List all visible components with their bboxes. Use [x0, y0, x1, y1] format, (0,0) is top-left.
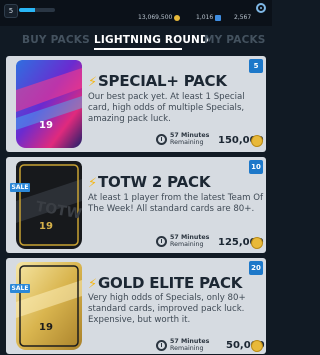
pack-timer-label: Remaining	[170, 139, 204, 146]
coin-icon	[251, 135, 263, 147]
totw-pack-image: TOTW	[16, 161, 82, 249]
player-level-badge: 5	[4, 4, 18, 18]
points-balance: 1,016	[196, 14, 222, 21]
special-pack-art-icon	[16, 60, 82, 148]
pack-card-gold-elite[interactable]: SALE 19 20 ⚡GOLD ELITE PACK Very high od…	[6, 258, 266, 354]
pack-title: ⚡TOTW 2 PACK	[88, 173, 210, 191]
tab-buy-packs[interactable]: BUY PACKS	[22, 34, 90, 46]
pack-title-text: GOLD ELITE PACK	[97, 274, 243, 292]
pack-quantity-badge: 20	[249, 261, 263, 275]
pack-timer-value: 57 Minutes	[170, 132, 210, 139]
pack-description: Our best pack yet. At least 1 Special ca…	[88, 92, 245, 124]
pack-timer: 57 Minutes Remaining	[170, 132, 209, 146]
points-balance-value: 1,016	[196, 14, 214, 21]
coin-icon	[251, 340, 263, 352]
pack-timer-value: 57 Minutes	[170, 234, 210, 241]
points-icon	[215, 14, 222, 21]
tab-lightning-round[interactable]: LIGHTNING ROUND	[94, 34, 209, 46]
lightning-bolt-icon: ⚡	[88, 75, 97, 90]
pack-timer: 57 Minutes Remaining	[170, 234, 209, 248]
settings-gear-icon[interactable]	[256, 3, 266, 13]
lightning-bolt-icon: ⚡	[88, 176, 97, 191]
sale-badge: SALE	[10, 183, 30, 192]
pack-quantity-badge: 5	[249, 59, 263, 73]
pack-title: ⚡SPECIAL+ PACK	[88, 72, 227, 90]
pack-timer-value: 57 Minutes	[170, 338, 210, 345]
pack-timer-label: Remaining	[170, 345, 204, 352]
gold-pack-image	[16, 262, 82, 350]
pack-store-tabs: BUY PACKS LIGHTNING ROUND MY PACKS	[0, 30, 272, 52]
coin-icon	[174, 14, 181, 21]
pack-balance-value: 2,567	[234, 14, 252, 21]
lightning-bolt-icon: ⚡	[88, 277, 97, 292]
timer-clock-icon	[156, 236, 167, 247]
xp-progress-bar	[19, 8, 55, 12]
xp-progress-fill	[19, 8, 36, 12]
totw-pack-number: 19	[39, 221, 53, 232]
pack-timer: 57 Minutes Remaining	[170, 338, 209, 352]
pack-description: At least 1 player from the latest Team O…	[88, 193, 263, 214]
pack-title: ⚡GOLD ELITE PACK	[88, 274, 242, 292]
pack-card-special-plus[interactable]: 19 5 ⚡SPECIAL+ PACK Our best pack yet. A…	[6, 56, 266, 152]
pack-card-totw2[interactable]: SALE TOTW 19 10 ⚡TOTW 2 PACK At least 1 …	[6, 157, 266, 253]
gold-pack-art-icon	[16, 262, 82, 350]
active-tab-underline	[94, 48, 182, 50]
timer-clock-icon	[156, 134, 167, 145]
pack-title-text: TOTW 2 PACK	[97, 173, 211, 191]
pack-description: Very high odds of Specials, only 80+ sta…	[88, 293, 246, 325]
top-status-bar: 5 13,069,500 1,016 2,567	[0, 0, 272, 26]
special-pack-image	[16, 60, 82, 148]
coin-balance-value: 13,069,500	[138, 14, 173, 21]
special-pack-number: 19	[39, 120, 53, 131]
gold-pack-number: 19	[39, 322, 53, 333]
coin-icon	[251, 237, 263, 249]
pack-timer-label: Remaining	[170, 241, 204, 248]
pack-quantity-badge: 10	[249, 160, 263, 174]
coin-balance: 13,069,500	[138, 14, 181, 21]
totw-pack-art-icon: TOTW	[16, 161, 82, 249]
tab-my-packs[interactable]: MY PACKS	[204, 34, 266, 46]
timer-clock-icon	[156, 340, 167, 351]
pack-title-text: SPECIAL+ PACK	[97, 72, 227, 90]
sale-badge: SALE	[10, 284, 30, 293]
pack-balance: 2,567	[234, 14, 251, 21]
